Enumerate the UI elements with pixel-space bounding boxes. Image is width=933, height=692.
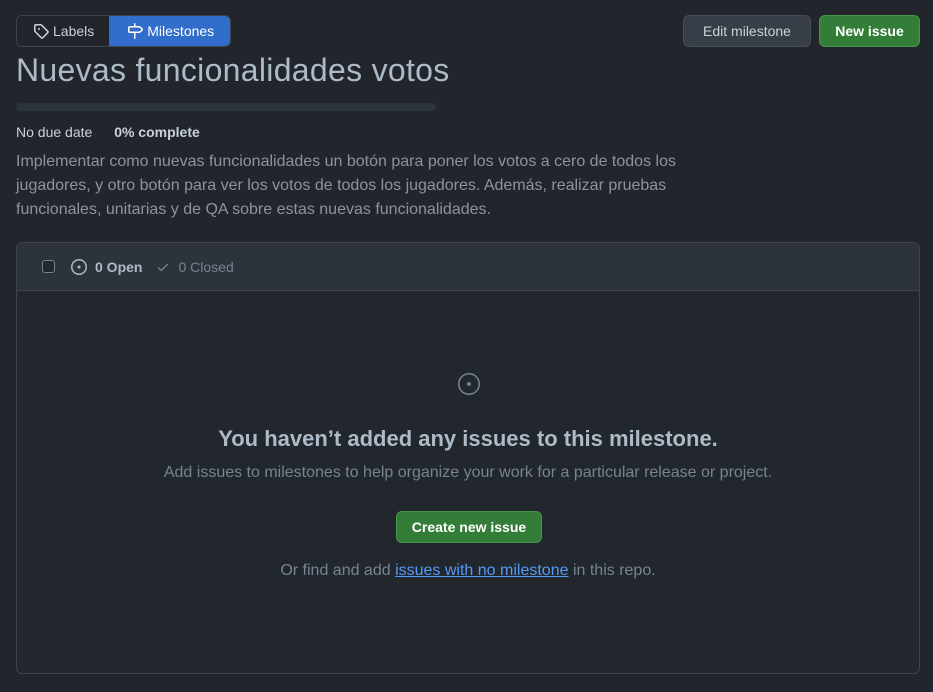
select-all-checkbox[interactable] xyxy=(42,260,55,273)
edit-milestone-button[interactable]: Edit milestone xyxy=(683,15,811,47)
closed-issues-filter[interactable]: 0 Closed xyxy=(156,258,234,275)
milestone-meta: No due date 0% complete xyxy=(16,124,200,140)
new-issue-button[interactable]: New issue xyxy=(819,15,920,47)
create-new-issue-button[interactable]: Create new issue xyxy=(396,511,542,543)
milestone-icon xyxy=(128,23,144,39)
due-date: No due date xyxy=(16,124,93,140)
open-issues-filter[interactable]: 0 Open xyxy=(71,258,143,275)
percent-complete: 0% complete xyxy=(114,124,200,140)
issues-box: 0 Open 0 Closed You haven’t added any is… xyxy=(16,242,920,674)
blankslate-footer: Or find and add issues with no milestone… xyxy=(17,562,919,580)
labels-tab[interactable]: Labels xyxy=(17,16,110,46)
open-issues-label: 0 Open xyxy=(95,258,143,275)
tag-icon xyxy=(34,24,49,39)
footer-prefix: Or find and add xyxy=(280,562,396,579)
milestones-tab[interactable]: Milestones xyxy=(109,16,231,46)
milestone-description: Implementar como nuevas funcionalidades … xyxy=(16,153,676,218)
footer-suffix: in this repo. xyxy=(568,562,656,579)
issue-opened-icon xyxy=(71,258,87,275)
labels-milestones-switch: Labels Milestones xyxy=(16,15,232,47)
blankslate-title: You haven’t added any issues to this mil… xyxy=(218,426,718,451)
milestone-title: Nuevas funcionalidades votos xyxy=(16,52,450,88)
issue-opened-icon-svg xyxy=(458,373,480,395)
closed-issues-label: 0 Closed xyxy=(178,258,234,275)
issue-opened-icon xyxy=(457,372,481,396)
issues-box-header: 0 Open 0 Closed xyxy=(17,243,919,291)
milestones-tab-label: Milestones xyxy=(147,23,215,39)
labels-tab-label: Labels xyxy=(53,23,95,39)
milestone-progress-bar xyxy=(16,103,436,111)
check-icon xyxy=(158,263,169,271)
top-bar: Labels Milestones Edit milestone New iss… xyxy=(16,15,920,47)
issues-with-no-milestone-link[interactable]: issues with no milestone xyxy=(395,562,568,579)
blankslate-text: Add issues to milestones to help organiz… xyxy=(163,464,773,481)
